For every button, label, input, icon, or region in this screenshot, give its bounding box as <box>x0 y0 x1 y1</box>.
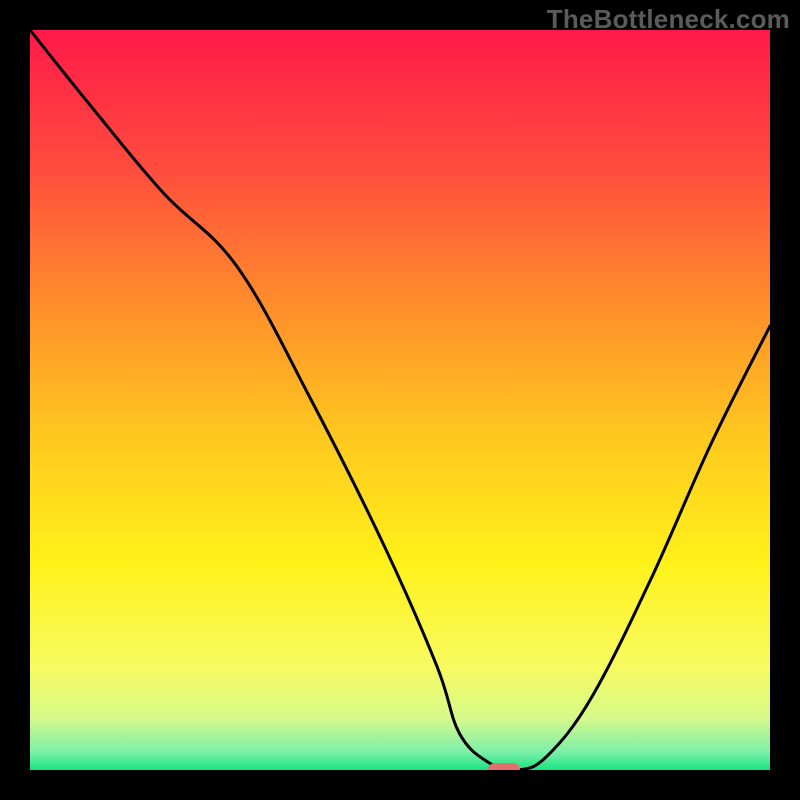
curve-layer <box>30 30 770 770</box>
optimal-marker <box>488 763 520 770</box>
bottleneck-curve <box>30 30 770 770</box>
chart-frame: TheBottleneck.com <box>0 0 800 800</box>
plot-area <box>30 30 770 770</box>
watermark-text: TheBottleneck.com <box>547 4 790 35</box>
